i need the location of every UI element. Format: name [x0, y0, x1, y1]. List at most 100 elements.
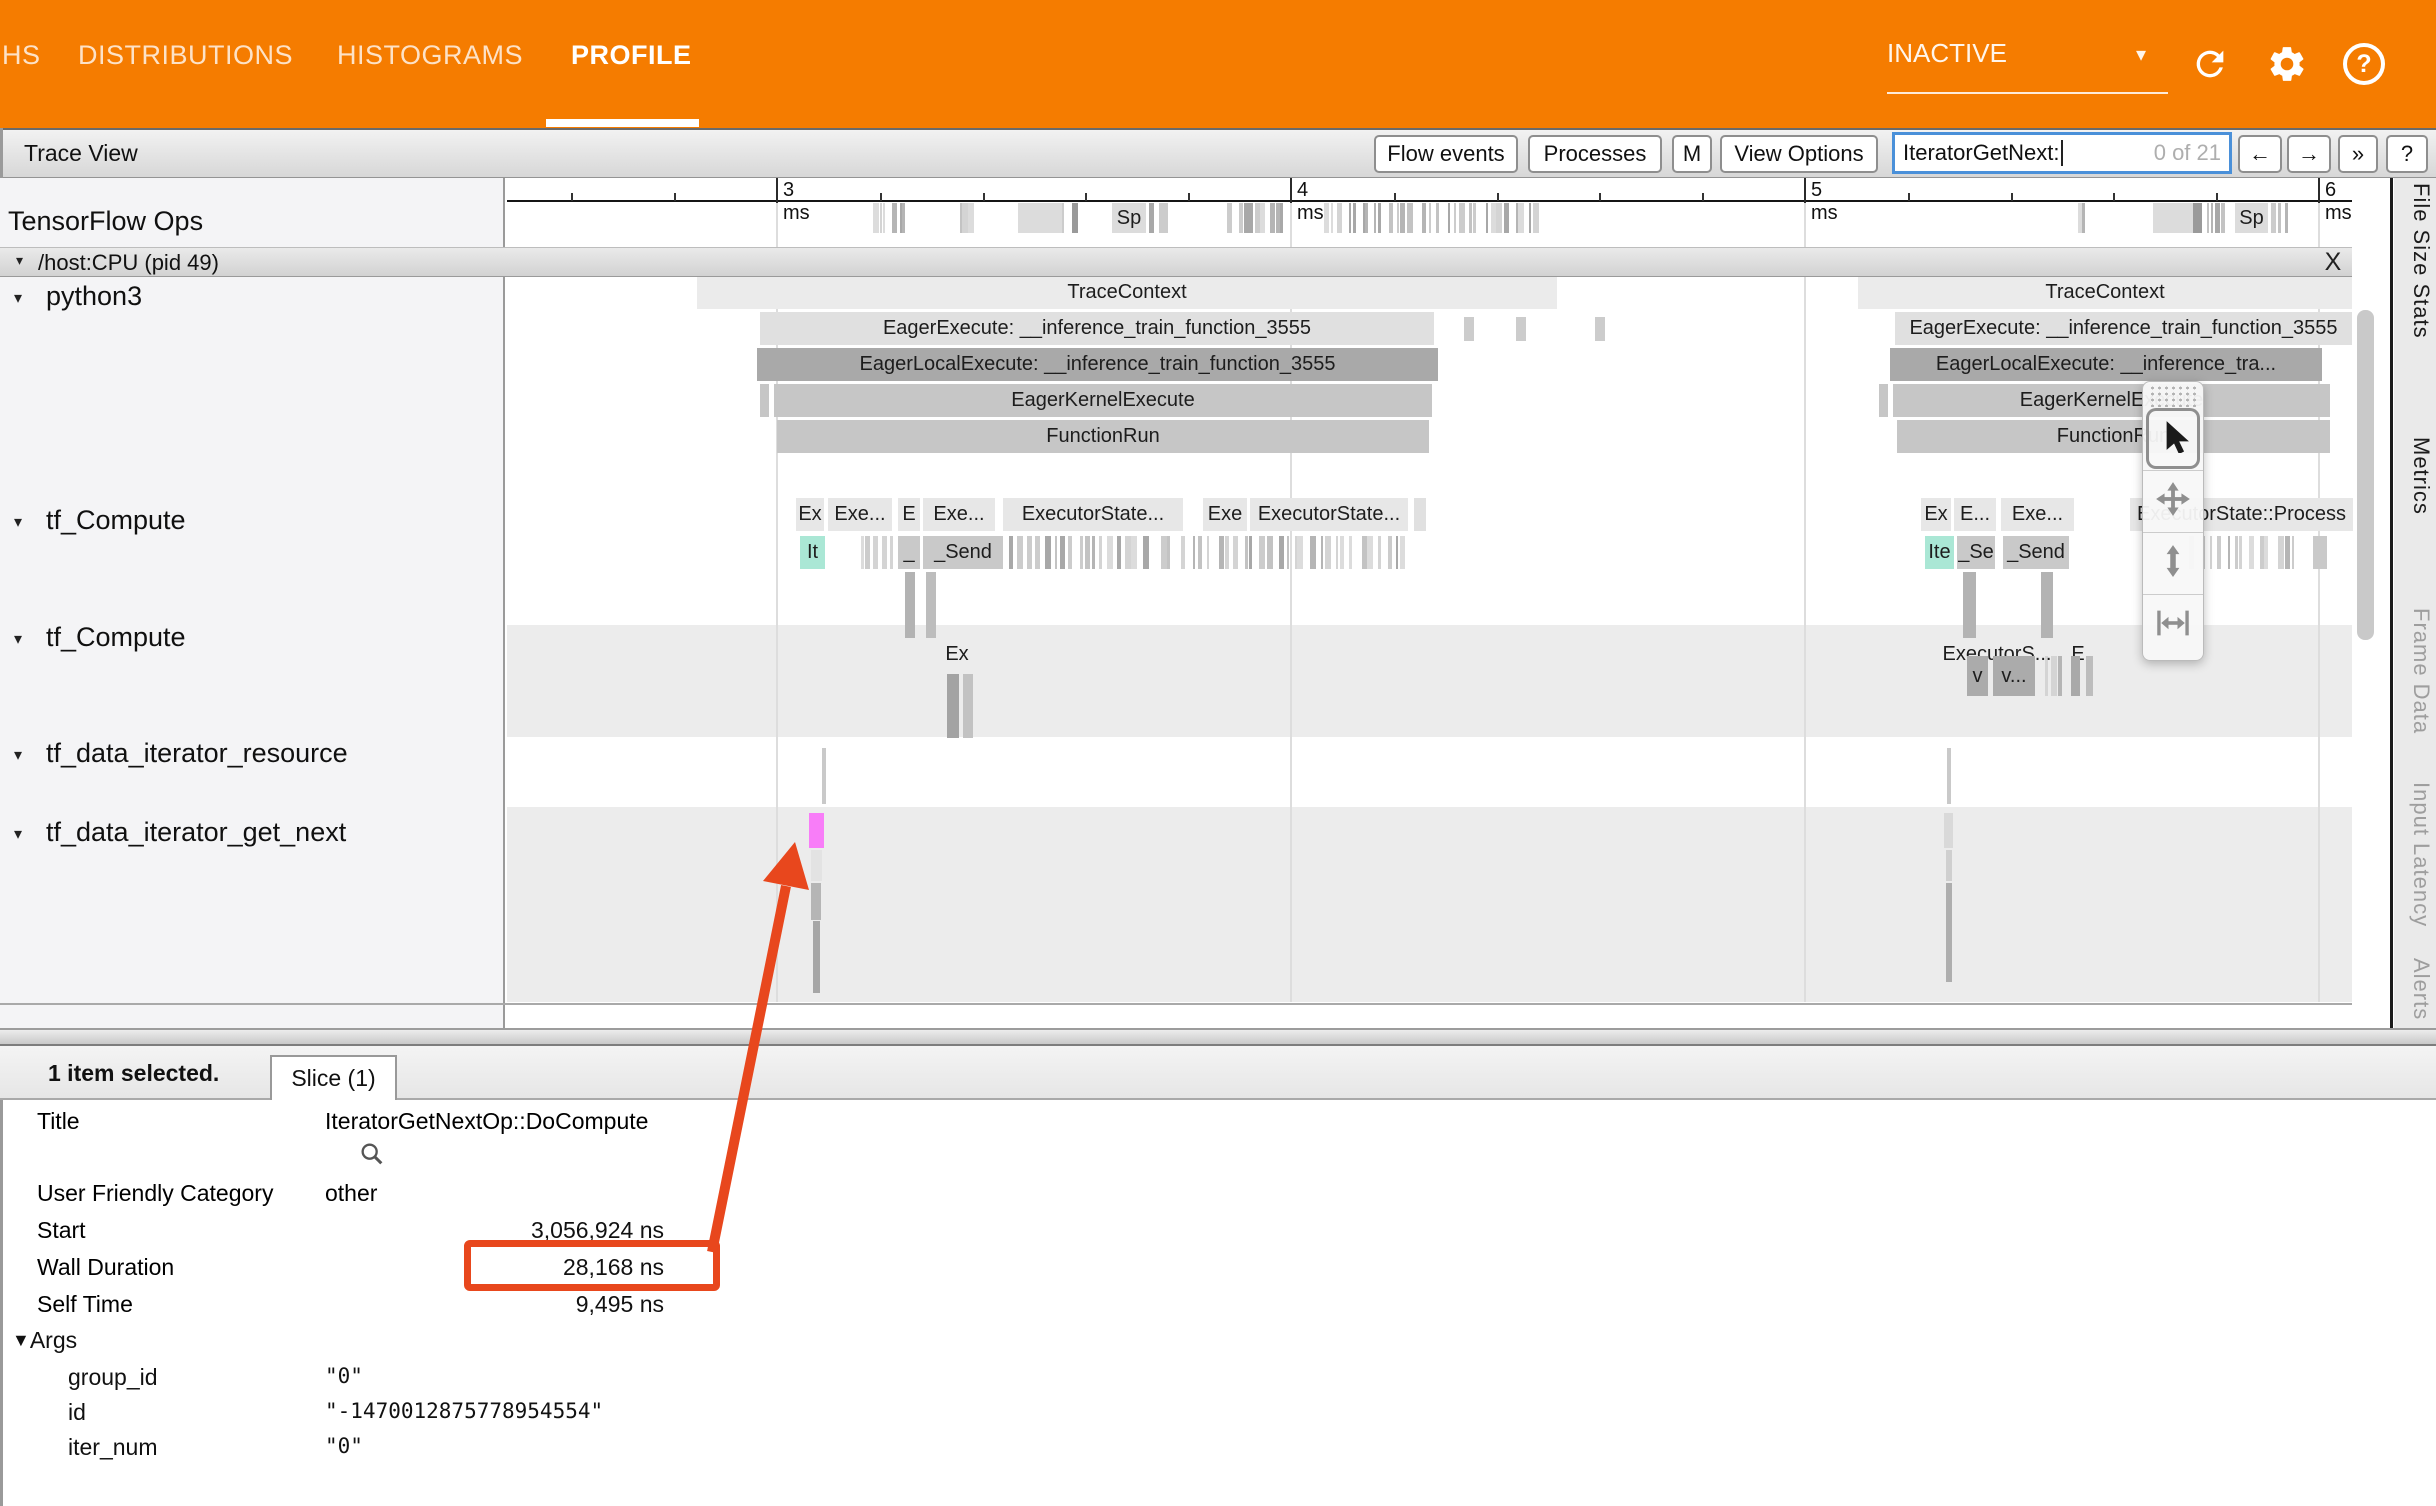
trace-stripe[interactable]: [1193, 536, 1195, 569]
trace-stripe[interactable]: [2235, 536, 2238, 569]
trace-stripe[interactable]: [1459, 203, 1465, 233]
trace-span[interactable]: Exe: [1203, 498, 1247, 531]
trace-span[interactable]: [1947, 748, 1951, 804]
trace-stripe[interactable]: [1009, 536, 1013, 569]
trace-stripe[interactable]: [1325, 536, 1331, 569]
trace-span[interactable]: ExecutorState...: [1003, 498, 1183, 531]
trace-stripe[interactable]: [1340, 536, 1344, 569]
trace-stripe[interactable]: [2264, 536, 2268, 569]
timing-tool-button[interactable]: [2143, 594, 2203, 656]
trace-stripe[interactable]: [1363, 203, 1365, 233]
trace-stripe[interactable]: [902, 203, 905, 233]
trace-span[interactable]: _Send: [923, 536, 1003, 569]
trace-span[interactable]: Ex: [796, 498, 824, 531]
track-label-iterator-resource[interactable]: tf_data_iterator_resource: [46, 738, 348, 769]
trace-stripe[interactable]: [1389, 203, 1393, 233]
trace-stripe[interactable]: [2210, 536, 2212, 569]
trace-span[interactable]: FunctionRun: [777, 420, 1429, 453]
trace-stripe[interactable]: [2207, 203, 2209, 233]
trace-span[interactable]: [1595, 317, 1605, 341]
trace-span[interactable]: [811, 850, 822, 881]
trace-span[interactable]: [963, 674, 973, 738]
trace-span[interactable]: Exe...: [828, 498, 892, 531]
trace-span[interactable]: [2193, 203, 2202, 233]
trace-span[interactable]: [1946, 850, 1952, 881]
collapse-icon[interactable]: ▾: [14, 824, 22, 844]
collapse-icon[interactable]: ▾: [14, 288, 22, 308]
trace-span[interactable]: [2313, 536, 2327, 569]
trace-stripe[interactable]: [1060, 536, 1065, 569]
track-label-tf-compute-1[interactable]: tf_Compute: [46, 505, 186, 536]
trace-stripe[interactable]: [1388, 536, 1392, 569]
trace-stripe[interactable]: [882, 536, 887, 569]
trace-stripe[interactable]: [1310, 536, 1316, 569]
magnifier-icon[interactable]: [358, 1140, 386, 1173]
sidetab-file-size-stats[interactable]: File Size Stats: [2400, 183, 2434, 339]
trace-span[interactable]: [760, 384, 769, 417]
trace-stripe[interactable]: [1473, 203, 1476, 233]
trace-stripe[interactable]: [2278, 536, 2284, 569]
trace-span[interactable]: ExecutorState...: [1250, 498, 1408, 531]
trace-stripe[interactable]: [2217, 536, 2221, 569]
trace-span[interactable]: Exe...: [2001, 498, 2074, 531]
trace-span[interactable]: [926, 572, 936, 638]
trace-stripe[interactable]: [2271, 203, 2276, 233]
trace-stripe[interactable]: [1297, 536, 1303, 569]
trace-stripe[interactable]: [1374, 203, 1376, 233]
trace-stripe[interactable]: [2249, 536, 2254, 569]
trace-span[interactable]: [1879, 384, 1888, 417]
trace-stripe[interactable]: [861, 536, 864, 569]
trace-span[interactable]: EagerKernelExecute: [774, 384, 1432, 417]
trace-stripe[interactable]: [1337, 203, 1342, 233]
trace-stripe[interactable]: [1267, 536, 1273, 569]
trace-stripe[interactable]: [968, 203, 974, 233]
trace-stripe[interactable]: [1378, 203, 1381, 233]
trace-stripe[interactable]: [1321, 536, 1323, 569]
trace-stripe[interactable]: [1270, 203, 1275, 233]
trace-span[interactable]: [2071, 656, 2080, 696]
trace-span[interactable]: Exe...: [923, 498, 995, 531]
trace-stripe[interactable]: [1448, 203, 1450, 233]
sidetab-alerts[interactable]: Alerts: [2400, 958, 2434, 1020]
trace-stripe[interactable]: [1533, 203, 1539, 233]
trace-stripe[interactable]: [1518, 203, 1524, 233]
collapse-icon[interactable]: ▾: [16, 252, 23, 269]
trace-span[interactable]: [1944, 813, 1953, 848]
sidetab-frame-data[interactable]: Frame Data: [2400, 608, 2434, 734]
trace-span[interactable]: E: [898, 498, 920, 531]
trace-span[interactable]: v...: [1993, 656, 2035, 696]
trace-stripe[interactable]: [1353, 203, 1356, 233]
trace-canvas[interactable]: SpSpTraceContextTraceContextEagerExecute…: [0, 0, 2352, 1040]
trace-span[interactable]: TraceContext: [697, 276, 1557, 309]
collapse-icon[interactable]: ▾: [14, 745, 22, 765]
trace-span[interactable]: Ex: [940, 640, 974, 668]
trace-span[interactable]: [1464, 317, 1474, 341]
trace-span[interactable]: [2041, 572, 2053, 638]
trace-stripe[interactable]: [1045, 536, 1051, 569]
trace-stripe[interactable]: [1259, 536, 1265, 569]
trace-span[interactable]: EagerLocalExecute: __inference_train_fun…: [757, 348, 1438, 381]
track-label-tf-compute-2[interactable]: tf_Compute: [46, 622, 186, 653]
trace-stripe[interactable]: [1287, 536, 1289, 569]
trace-stripe[interactable]: [1429, 203, 1431, 233]
trace-stripe[interactable]: [2215, 203, 2220, 233]
trace-span[interactable]: [811, 883, 821, 920]
trace-stripe[interactable]: [1349, 203, 1351, 233]
trace-stripe[interactable]: [1245, 536, 1248, 569]
tab-slice[interactable]: Slice (1): [270, 1055, 397, 1100]
trace-stripe[interactable]: [1260, 203, 1265, 233]
pan-tool-button[interactable]: [2143, 470, 2203, 532]
help-button[interactable]: ?: [2386, 135, 2428, 173]
trace-stripe[interactable]: [1027, 536, 1032, 569]
trace-span[interactable]: Ite: [1925, 536, 1954, 569]
trace-stripe[interactable]: [890, 536, 893, 569]
panel-splitter[interactable]: [0, 1028, 2436, 1046]
trace-span[interactable]: EagerLocalExecute: __inference_tra...: [1890, 348, 2322, 381]
trace-stripe[interactable]: [1035, 536, 1040, 569]
trace-span[interactable]: TraceContext: [1858, 276, 2352, 309]
trace-stripe[interactable]: [1131, 536, 1137, 569]
trace-stripe[interactable]: [1486, 203, 1488, 233]
trace-stripe[interactable]: [1365, 203, 1368, 233]
trace-span[interactable]: EagerExecute: __inference_train_function…: [760, 312, 1434, 345]
track-group-tensorflow-ops[interactable]: TensorFlow Ops: [8, 206, 203, 237]
